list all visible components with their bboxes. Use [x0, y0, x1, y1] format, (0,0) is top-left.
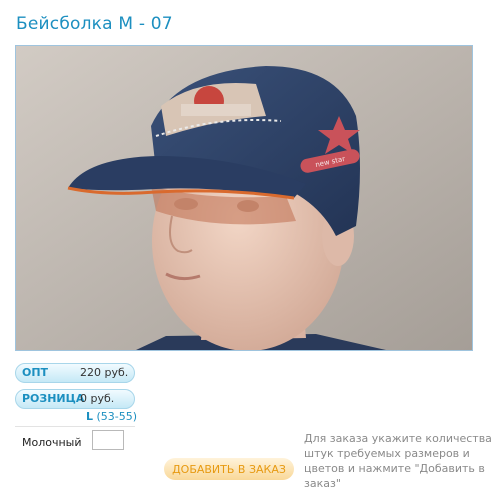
retail-price-value: 0 руб. — [80, 392, 115, 405]
size-range: (53-55) — [96, 410, 138, 423]
wholesale-price-value: 220 руб. — [80, 366, 129, 379]
wholesale-price-label: ОПТ — [22, 366, 49, 379]
quantity-input[interactable] — [92, 430, 124, 450]
color-label: Молочный — [22, 436, 82, 449]
wholesale-price: ОПТ 220 руб. — [15, 363, 135, 383]
product-photo[interactable]: new star — [15, 45, 473, 351]
add-to-order-button[interactable]: ДОБАВИТЬ В ЗАКАЗ — [164, 458, 294, 480]
divider — [15, 426, 135, 427]
order-instructions: Для заказа укажите количества штук требу… — [304, 432, 492, 490]
size-label: L (53-55) — [86, 410, 137, 423]
baseball-cap-image: new star — [16, 46, 472, 350]
retail-price: РОЗНИЦА 0 руб. — [15, 389, 135, 409]
size-code: L — [86, 410, 94, 423]
retail-price-label: РОЗНИЦА — [22, 392, 85, 405]
product-title: Бейсболка М - 07 — [16, 14, 173, 34]
